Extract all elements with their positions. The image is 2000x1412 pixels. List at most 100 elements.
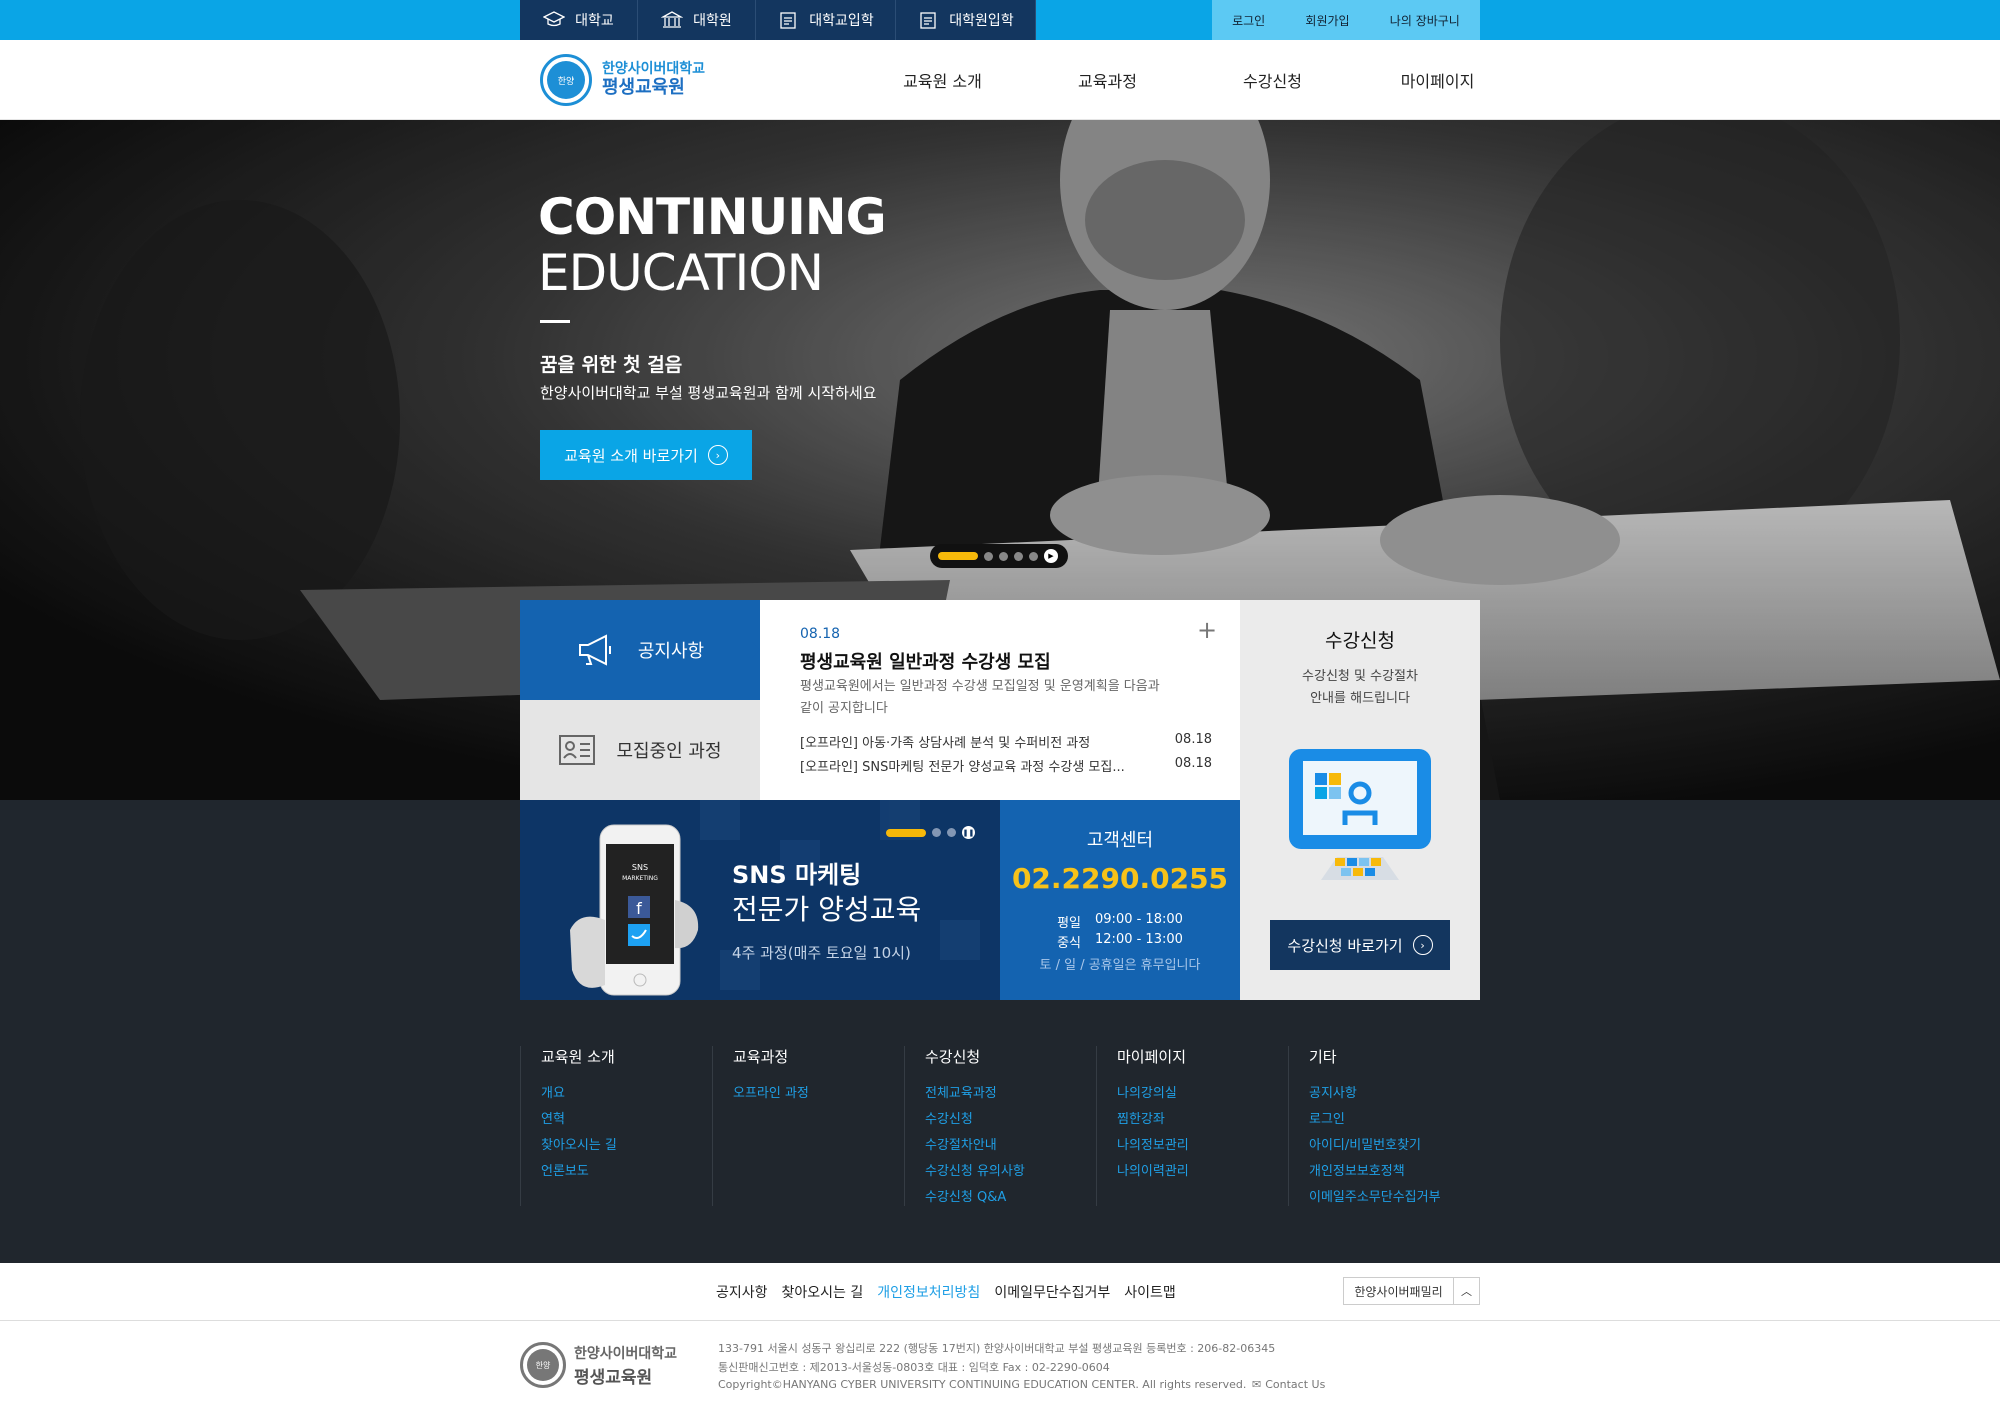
about-shortcut-button[interactable]: 교육원 소개 바로가기 › — [540, 430, 752, 480]
hero-pager: ▶ — [930, 544, 1068, 568]
footer-col-mypage: 마이페이지 나의강의실 찜한강좌 나의정보관리 나의이력관리 — [1096, 1046, 1288, 1206]
footer-link[interactable]: 찾아오시는 길 — [541, 1133, 712, 1159]
main-nav: 교육원 소개 교육과정 수강신청 마이페이지 — [860, 40, 1520, 120]
pause-icon[interactable]: ❚❚ — [962, 826, 975, 839]
twitter-icon — [628, 924, 650, 946]
bottom-link-notice[interactable]: 공지사항 — [716, 1282, 768, 1302]
cs-weekday: 평일 09:00 - 18:00 — [1057, 912, 1183, 931]
tab-recruiting[interactable]: 모집중인 과정 — [520, 700, 760, 800]
svg-text:MARKETING: MARKETING — [622, 875, 658, 882]
monitor-icon — [1289, 749, 1431, 880]
profile-card-icon — [559, 735, 596, 765]
site-tab-university-admission[interactable]: 대학교입학 — [756, 0, 896, 40]
pager-dot[interactable] — [1029, 551, 1038, 561]
footer-link[interactable]: 공지사항 — [1309, 1081, 1480, 1107]
footer-link[interactable]: 나의강의실 — [1117, 1081, 1288, 1107]
sns-title-line2: 전문가 양성교육 — [732, 893, 922, 926]
plus-icon[interactable]: + — [1197, 616, 1217, 644]
copyright: Copyright©HANYANG CYBER UNIVERSITY CONTI… — [718, 1378, 1247, 1391]
footer-link[interactable]: 수강신청 — [925, 1107, 1096, 1133]
footer-link[interactable]: 나의이력관리 — [1117, 1159, 1288, 1185]
megaphone-icon — [578, 634, 611, 666]
pager-dot[interactable] — [1014, 551, 1023, 561]
button-label: 수강신청 바로가기 — [1287, 936, 1403, 955]
button-label: 교육원 소개 바로가기 — [564, 446, 698, 465]
util-links: 로그인 회원가입 나의 장바구니 — [1212, 0, 1480, 40]
login-link[interactable]: 로그인 — [1232, 12, 1265, 29]
seal-icon: 한양 — [540, 54, 592, 106]
notice-item[interactable]: [오프라인] 아동·가족 상담사례 분석 및 수퍼비전 과정 08.18 — [800, 732, 1212, 751]
footer-link[interactable]: 개인정보보호정책 — [1309, 1159, 1480, 1185]
pager-dot[interactable] — [932, 828, 941, 837]
footer-link[interactable]: 수강절차안내 — [925, 1133, 1096, 1159]
address-line: 133-791 서울시 성동구 왕십리로 222 (행당동 17번지) 한양사이… — [718, 1342, 1276, 1355]
pager-dot[interactable] — [999, 551, 1008, 561]
notice-tabs: 공지사항 모집중인 과정 — [520, 600, 760, 800]
footer-link[interactable]: 오프라인 과정 — [733, 1081, 904, 1107]
bottom-link-directions[interactable]: 찾아오시는 길 — [782, 1282, 864, 1302]
footer-link[interactable]: 로그인 — [1309, 1107, 1480, 1133]
register-title: 수강신청 — [1325, 630, 1395, 652]
mail-icon: ✉ — [1252, 1378, 1262, 1391]
site-tab-graduate-admission[interactable]: 대학원입학 — [896, 0, 1036, 40]
contact-us-link[interactable]: ✉ Contact Us — [1252, 1378, 1325, 1391]
smartphone-icon: SNS MARKETING f — [570, 824, 699, 996]
logo-line1: 한양사이버대학교 — [602, 61, 706, 77]
footer-link[interactable]: 언론보도 — [541, 1159, 712, 1185]
sns-pager: ❚❚ — [886, 826, 975, 839]
pager-active[interactable] — [886, 828, 926, 837]
chevron-right-icon: › — [1412, 935, 1433, 955]
document-icon — [780, 12, 796, 29]
site-tab-university[interactable]: 대학교 — [520, 0, 638, 40]
hero-title-bold: CONTINUING — [538, 188, 887, 246]
footer-link[interactable]: 이메일주소무단수집거부 — [1309, 1185, 1480, 1211]
site-tab-label: 대학교 — [575, 13, 614, 29]
featured-notice-title[interactable]: 평생교육원 일반과정 수강생 모집 — [800, 648, 1051, 674]
footer-col-register: 수강신청 전체교육과정 수강신청 수강절차안내 수강신청 유의사항 수강신청 Q… — [904, 1046, 1096, 1206]
nav-register[interactable]: 수강신청 — [1190, 68, 1355, 92]
bottom-link-privacy[interactable]: 개인정보처리방침 — [877, 1282, 980, 1302]
tab-notice[interactable]: 공지사항 — [520, 600, 760, 700]
footer-link[interactable]: 수강신청 Q&A — [925, 1185, 1096, 1211]
bottom-links: 공지사항 찾아오시는 길 개인정보처리방침 이메일무단수집거부 사이트맵 — [716, 1282, 1176, 1302]
footer-link[interactable]: 연혁 — [541, 1107, 712, 1133]
site-tab-label: 대학교입학 — [809, 13, 874, 29]
pager-dot[interactable] — [984, 551, 993, 561]
featured-notice-desc: 평생교육원에서는 일반과정 수강생 모집일정 및 운영계획을 다음과 같이 공지… — [800, 679, 1160, 716]
nav-about[interactable]: 교육원 소개 — [860, 68, 1025, 92]
document-icon — [920, 12, 936, 29]
business-line: 통신판매신고번호 : 제2013-서울성동-0803호 대표 : 임덕호 Fax… — [718, 1361, 1110, 1374]
join-link[interactable]: 회원가입 — [1305, 12, 1349, 29]
graduation-cap-icon — [543, 11, 566, 27]
play-icon[interactable]: ▶ — [1044, 549, 1058, 563]
svg-text:f: f — [636, 899, 642, 918]
footer-link[interactable]: 개요 — [541, 1081, 712, 1107]
footer-link[interactable]: 수강신청 유의사항 — [925, 1159, 1096, 1185]
pager-active[interactable] — [938, 552, 978, 560]
cs-phone: 02.2290.0255 — [1011, 862, 1229, 895]
bottom-link-email-refusal[interactable]: 이메일무단수집거부 — [994, 1282, 1110, 1302]
chevron-right-icon: › — [707, 445, 728, 465]
register-shortcut-button[interactable]: 수강신청 바로가기 › — [1270, 920, 1450, 970]
chevron-up-icon: ︿ — [1453, 1278, 1479, 1304]
hero-subtitle: 꿈을 위한 첫 걸음 — [540, 354, 683, 376]
nav-courses[interactable]: 교육과정 — [1025, 68, 1190, 92]
site-tab-label: 대학원 — [693, 13, 732, 29]
footer-link[interactable]: 찜한강좌 — [1117, 1107, 1288, 1133]
site-tab-label: 대학원입학 — [949, 13, 1014, 29]
nav-mypage[interactable]: 마이페이지 — [1355, 68, 1520, 92]
building-icon — [661, 11, 684, 28]
cs-lunch: 중식 12:00 - 13:00 — [1057, 932, 1183, 951]
footer-link[interactable]: 아이디/비밀번호찾기 — [1309, 1133, 1480, 1159]
site-tab-graduate[interactable]: 대학원 — [638, 0, 756, 40]
pager-dot[interactable] — [947, 828, 956, 837]
family-site-select[interactable]: 한양사이버패밀리 ︿ — [1343, 1277, 1480, 1305]
footer-link[interactable]: 전체교육과정 — [925, 1081, 1096, 1107]
bottom-link-sitemap[interactable]: 사이트맵 — [1124, 1282, 1176, 1302]
notice-item[interactable]: [오프라인] SNS마케팅 전문가 양성교육 과정 수강생 모집... 08.1… — [800, 756, 1212, 775]
seal-icon: 한양 — [520, 1342, 566, 1388]
hero-title-light: EDUCATION — [538, 244, 824, 302]
cart-link[interactable]: 나의 장바구니 — [1390, 12, 1460, 29]
site-logo[interactable]: 한양 한양사이버대학교 평생교육원 — [540, 54, 705, 106]
footer-link[interactable]: 나의정보관리 — [1117, 1133, 1288, 1159]
